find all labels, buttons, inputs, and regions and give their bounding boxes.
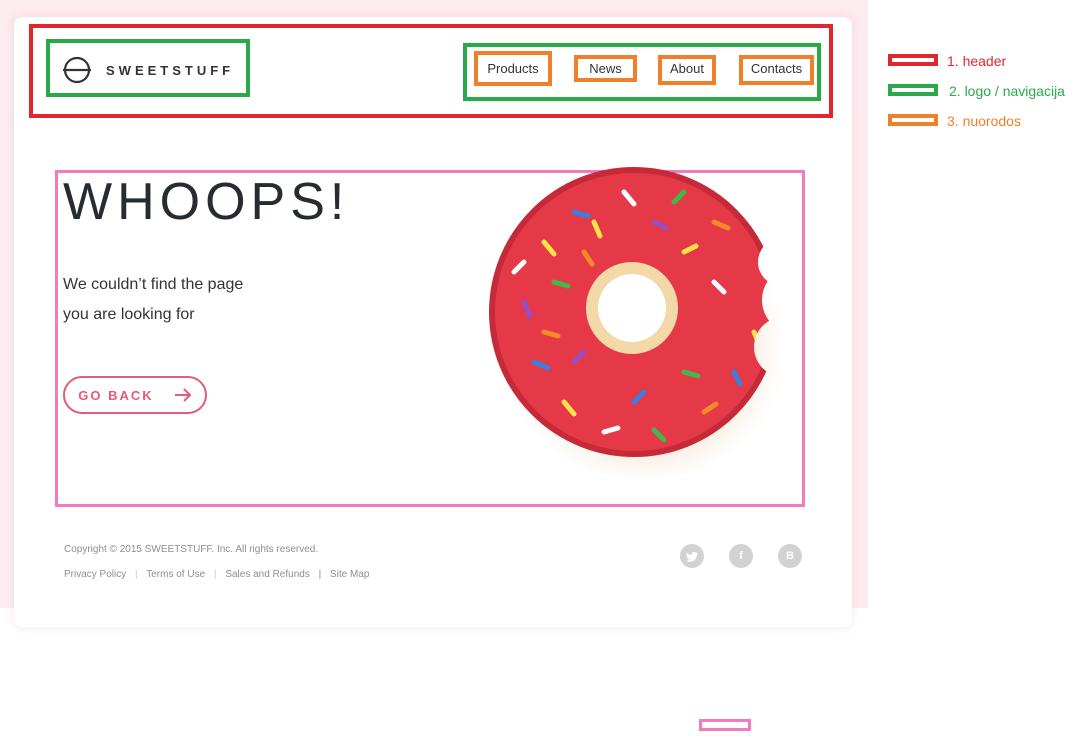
legend-swatch-header <box>888 54 938 66</box>
logo-text: SWEETSTUFF <box>106 62 235 78</box>
footer-separator: | <box>135 569 138 580</box>
error-message-line-1: We couldn’t find the page <box>63 276 244 293</box>
footer-separator: | <box>318 569 322 580</box>
footer-links: Privacy Policy | Terms of Use | Sales an… <box>64 569 369 580</box>
facebook-icon[interactable]: f <box>729 544 753 568</box>
go-back-label: GO BACK <box>78 387 154 403</box>
bitten-donut-image <box>489 167 794 480</box>
footer-separator: | <box>213 569 217 580</box>
footer-link-terms[interactable]: Terms of Use <box>146 569 205 580</box>
footer-link-sales[interactable]: Sales and Refunds <box>225 569 310 580</box>
copyright-text: Copyright © 2015 SWEETSTUFF. Inc. All ri… <box>64 544 319 555</box>
arrow-right-icon <box>174 388 192 402</box>
nav-link-news[interactable]: News <box>576 54 635 84</box>
nav-link-contacts[interactable]: Contacts <box>741 54 812 84</box>
error-title: WHOOPS! <box>63 173 350 231</box>
legend-swatch-logo-navigation <box>888 84 938 96</box>
blog-icon[interactable]: B <box>778 544 802 568</box>
legend-swatch-links <box>888 114 938 126</box>
logo[interactable]: SWEETSTUFF <box>62 55 234 85</box>
twitter-icon[interactable] <box>680 544 704 568</box>
legend-label-links: 3. nuorodos <box>947 113 1021 129</box>
go-back-button[interactable]: GO BACK <box>63 376 207 414</box>
footer-link-sitemap[interactable]: Site Map <box>330 569 369 580</box>
logo-icon <box>63 56 91 84</box>
legend-label-logo-navigation: 2. logo / navigacija <box>949 83 1065 99</box>
legend-label-header: 1. header <box>947 53 1007 69</box>
error-message-line-2: you are looking for <box>63 306 195 323</box>
nav-link-about[interactable]: About <box>660 54 714 84</box>
content-legend-swatch <box>699 719 751 731</box>
nav-link-products[interactable]: Products <box>476 54 550 84</box>
footer-link-privacy[interactable]: Privacy Policy <box>64 569 126 580</box>
